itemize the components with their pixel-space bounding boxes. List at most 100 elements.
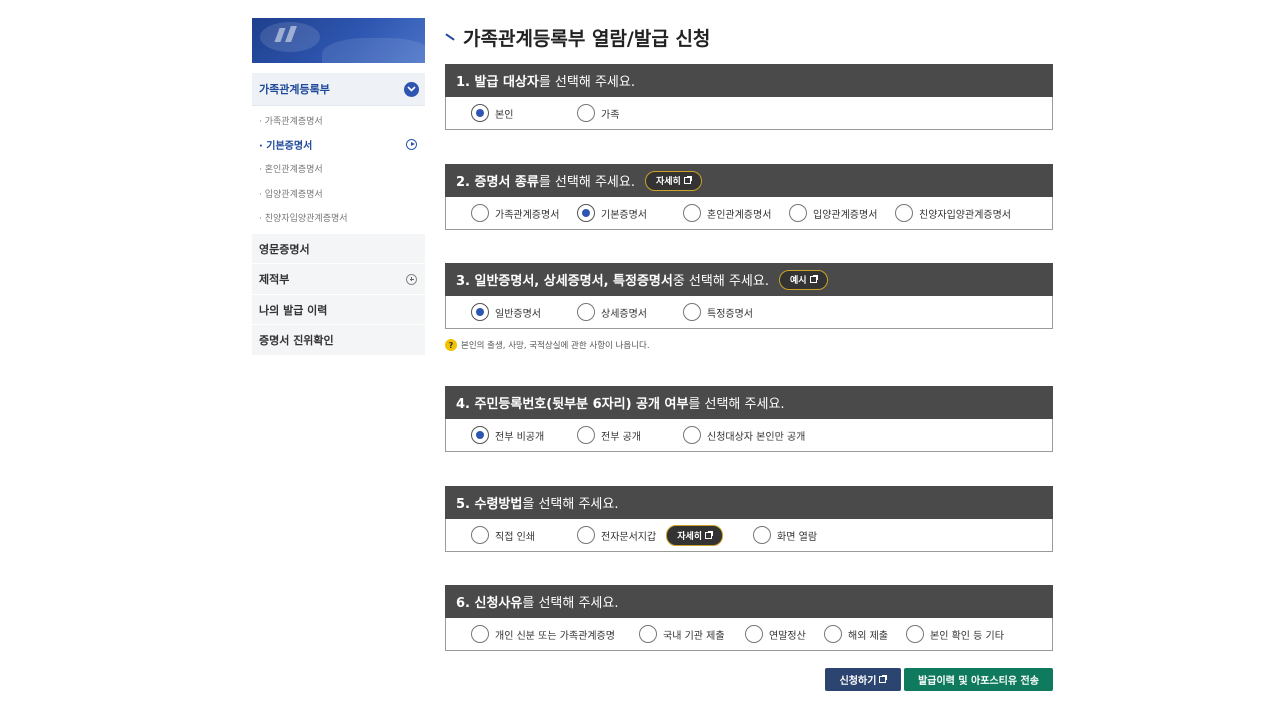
sidebar-item-my-history[interactable]: 나의 발급 이력 [252,293,425,325]
section-header: 3. 일반증명서, 상세증명서, 특정증명서 중 선택해 주세요. 예시 [445,263,1053,296]
option-general-cert[interactable]: 일반증명서 [471,303,577,321]
section-title-rest: 를 선택해 주세요. [688,397,785,412]
example-button[interactable]: 예시 [778,269,828,290]
section-title-rest: 를 선택해 주세요. [538,75,635,90]
option-full-adoption-cert[interactable]: 친양자입양관계증명서 [895,204,1011,222]
radio-button[interactable] [906,625,924,643]
radio-group: 전부 비공개 전부 공개 신청대상자 본인만 공개 [445,419,1053,452]
option-domestic-agency[interactable]: 국내 기관 제출 [639,625,745,643]
radio-button[interactable] [471,204,489,222]
sidebar-item-basic-cert[interactable]: · 기본증명서 [252,132,425,156]
option-label: 전부 공개 [601,431,641,443]
option-detailed-cert[interactable]: 상세증명서 [577,303,683,321]
section-title-rest: 를 선택해 주세요. [538,175,635,190]
radio-button[interactable] [471,625,489,643]
section-target: 1. 발급 대상자 를 선택해 주세요. 본인 가족 [445,64,1053,130]
play-circle-icon [406,139,417,151]
apply-button-label: 신청하기 [839,676,877,687]
option-label: 본인 확인 등 기타 [930,630,1004,642]
section-header: 1. 발급 대상자 를 선택해 주세요. [445,64,1053,97]
option-label: 직접 인쇄 [495,531,535,543]
option-label: 친양자입양관계증명서 [919,209,1011,221]
option-marriage-cert[interactable]: 혼인관계증명서 [683,204,789,222]
hint-text: ? 본인의 출생, 사망, 국적상실에 관한 사항이 나옵니다. [445,339,650,351]
radio-button[interactable] [577,426,595,444]
radio-button[interactable] [683,204,701,222]
sidebar-item-full-adoption-cert[interactable]: · 친양자입양관계증명서 [252,206,425,230]
option-screen-view[interactable]: 화면 열람 [753,526,817,544]
radio-button[interactable] [895,204,913,222]
section-cert-type: 2. 증명서 종류 를 선택해 주세요. 자세히 가족관계증명서 기본증명서 혼인… [445,164,1053,230]
option-other[interactable]: 본인 확인 등 기타 [906,625,1004,643]
option-label: 일반증명서 [495,308,541,320]
radio-button[interactable] [753,526,772,544]
radio-button[interactable] [577,104,595,122]
radio-button[interactable] [471,426,489,444]
sidebar-item-label: · 입양관계증명서 [259,189,323,200]
section-receive-method: 5. 수령방법 을 선택해 주세요. 직접 인쇄 전자문서지갑 자세히 화면 열람 [445,486,1053,552]
radio-button[interactable] [577,303,595,321]
sidebar-item-verify[interactable]: 증명서 진위확인 [252,324,425,355]
section-title: 4. 주민등록번호(뒷부분 6자리) 공개 여부 [456,397,689,412]
section-title: 5. 수령방법 [456,497,523,512]
sidebar-item-english-cert[interactable]: 영문증명서 [252,232,425,264]
option-e-wallet[interactable]: 전자문서지갑 [577,526,656,544]
radio-group: 일반증명서 상세증명서 특정증명서 [445,296,1053,329]
radio-group: 본인 가족 [445,97,1053,130]
option-family[interactable]: 가족 [577,104,619,122]
option-direct-print[interactable]: 직접 인쇄 [471,526,577,544]
radio-button[interactable] [471,104,489,122]
option-label: 상세증명서 [601,308,647,320]
plus-circle-icon[interactable] [406,273,417,285]
sidebar-head-family-register[interactable]: 가족관계등록부 [252,73,425,106]
option-overseas[interactable]: 해외 제출 [824,625,906,643]
option-specific-cert[interactable]: 특정증명서 [683,303,753,321]
radio-button[interactable] [824,625,842,643]
e-wallet-details-button[interactable]: 자세히 [666,524,724,546]
sidebar-item-label: 증명서 진위확인 [259,334,334,348]
external-link-icon [879,675,888,683]
radio-button[interactable] [789,204,807,222]
section-reason: 6. 신청사유 를 선택해 주세요. 개인 신분 또는 가족관계증명 국내 기관 … [445,585,1053,651]
option-all-private[interactable]: 전부 비공개 [471,426,577,444]
sidebar-item-label: 영문증명서 [259,242,310,256]
radio-group: 개인 신분 또는 가족관계증명 국내 기관 제출 연말정산 해외 제출 본인 확… [445,618,1053,651]
option-label: 본인 [495,109,514,121]
radio-button[interactable] [471,526,489,544]
radio-button[interactable] [577,526,595,544]
send-apostille-button[interactable]: 발급이력 및 아포스티유 전송 [904,668,1053,691]
option-all-public[interactable]: 전부 공개 [577,426,683,444]
chevron-down-icon[interactable] [404,81,419,97]
apply-button[interactable]: 신청하기 [825,668,901,691]
radio-button[interactable] [683,303,701,321]
option-label: 연말정산 [769,630,806,642]
sidebar-item-marriage-cert[interactable]: · 혼인관계증명서 [252,157,425,181]
radio-button[interactable] [745,625,763,643]
sidebar-item-removed-register[interactable]: 제적부 [252,263,425,294]
option-identity-family[interactable]: 개인 신분 또는 가족관계증명 [471,625,639,643]
hint-label: 본인의 출생, 사망, 국적상실에 관한 사항이 나옵니다. [461,341,650,351]
option-applicant-only[interactable]: 신청대상자 본인만 공개 [683,426,805,444]
option-label: 해외 제출 [848,630,888,642]
option-year-end-tax[interactable]: 연말정산 [745,625,824,643]
section-header: 5. 수령방법 을 선택해 주세요. [445,486,1053,519]
sidebar-item-label: 제적부 [259,273,290,287]
section-title: 3. 일반증명서, 상세증명서, 특정증명서 [456,274,673,289]
option-family-cert[interactable]: 가족관계증명서 [471,204,577,222]
title-bullet-icon [445,33,454,42]
radio-button[interactable] [471,303,489,321]
section-header: 6. 신청사유 를 선택해 주세요. [445,585,1053,618]
option-label: 전자문서지갑 [601,531,657,543]
radio-button[interactable] [577,204,595,222]
sidebar-item-adoption-cert[interactable]: · 입양관계증명서 [252,181,425,205]
radio-button[interactable] [639,625,657,643]
details-button[interactable]: 자세히 [644,170,702,191]
option-adoption-cert[interactable]: 입양관계증명서 [789,204,895,222]
option-label: 가족관계증명서 [495,209,560,221]
section-rrn-disclosure: 4. 주민등록번호(뒷부분 6자리) 공개 여부 를 선택해 주세요. 전부 비공… [445,386,1053,452]
option-self[interactable]: 본인 [471,104,577,122]
sidebar-item-family-cert[interactable]: · 가족관계증명서 [252,108,425,132]
question-icon: ? [445,339,457,351]
radio-button[interactable] [683,426,701,444]
option-basic-cert[interactable]: 기본증명서 [577,204,683,222]
